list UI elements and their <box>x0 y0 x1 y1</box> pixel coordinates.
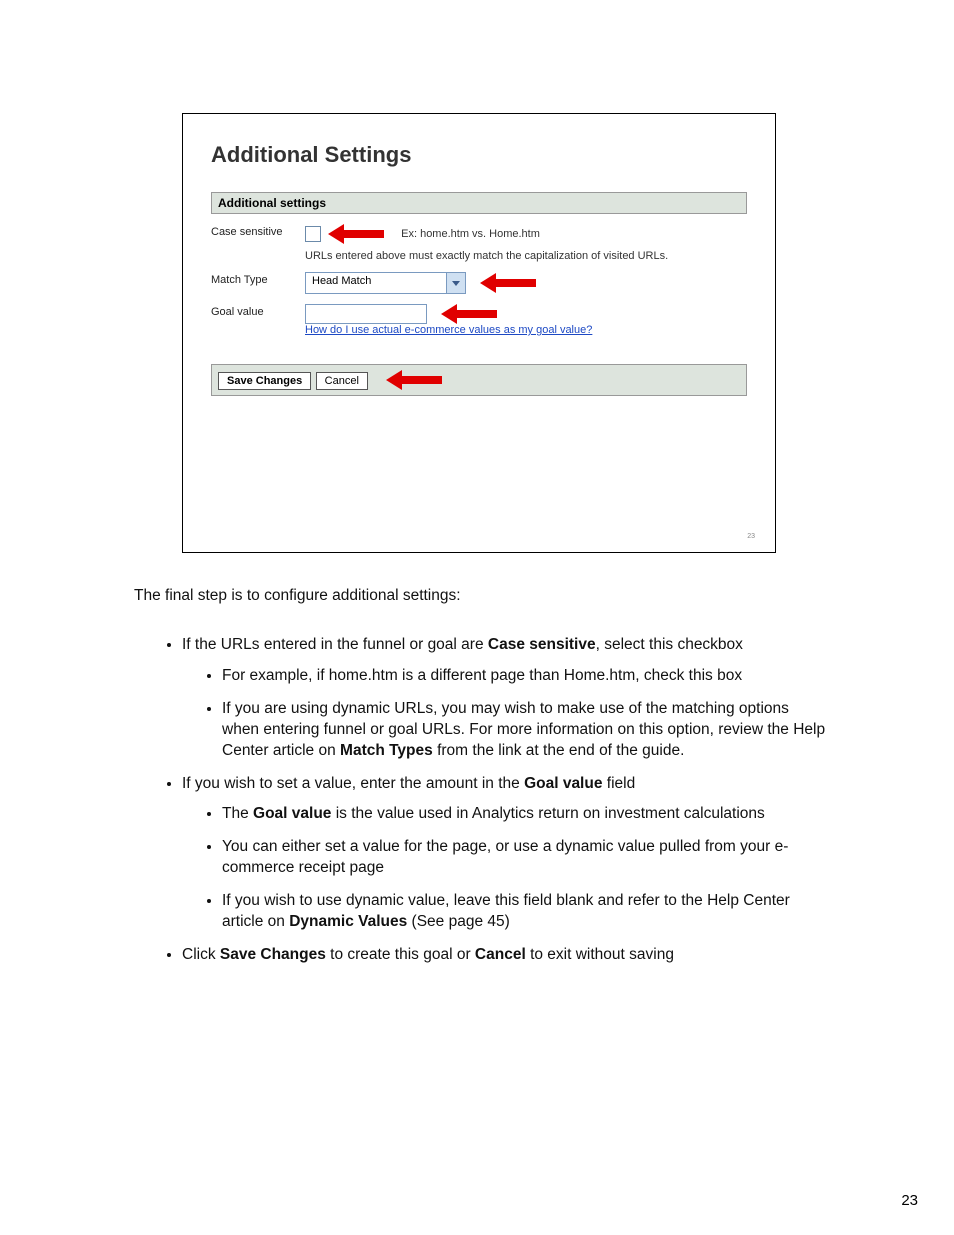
match-type-select[interactable]: Head Match <box>305 272 466 294</box>
cancel-button[interactable]: Cancel <box>316 372 368 390</box>
slide-title: Additional Settings <box>211 142 747 168</box>
intro-paragraph: The final step is to configure additiona… <box>134 586 830 607</box>
match-type-label: Match Type <box>211 272 305 286</box>
goal-value-label: Goal value <box>211 304 305 318</box>
list-item: Click Save Changes to create this goal o… <box>182 945 830 966</box>
settings-slide: Additional Settings Additional settings … <box>182 113 776 553</box>
case-sensitive-example: Ex: home.htm vs. Home.htm <box>401 228 540 240</box>
row-match-type: Match Type Head Match <box>211 272 747 294</box>
list-item: If the URLs entered in the funnel or goa… <box>182 635 830 762</box>
list-item: If you wish to set a value, enter the am… <box>182 774 830 934</box>
document-body: The final step is to configure additiona… <box>134 586 830 978</box>
save-button[interactable]: Save Changes <box>218 372 311 390</box>
goal-value-help-link[interactable]: How do I use actual e-commerce values as… <box>305 324 592 336</box>
page-number: 23 <box>901 1192 918 1209</box>
row-case-sensitive: Case sensitive Ex: home.htm vs. Home.htm… <box>211 224 747 262</box>
slide-page-number: 23 <box>747 533 755 540</box>
list-item: You can either set a value for the page,… <box>222 837 830 879</box>
chevron-down-icon[interactable] <box>446 273 465 293</box>
arrow-icon <box>328 224 384 244</box>
list-item: If you wish to use dynamic value, leave … <box>222 891 830 933</box>
case-sensitive-label: Case sensitive <box>211 224 305 238</box>
list-item: If you are using dynamic URLs, you may w… <box>222 699 830 762</box>
case-sensitive-checkbox[interactable] <box>305 226 321 242</box>
arrow-icon <box>480 273 536 293</box>
arrow-icon <box>441 304 497 324</box>
section-header: Additional settings <box>211 192 747 214</box>
list-item: The Goal value is the value used in Anal… <box>222 804 830 825</box>
bullet-list: If the URLs entered in the funnel or goa… <box>134 635 830 966</box>
case-sensitive-note: URLs entered above must exactly match th… <box>305 250 747 262</box>
arrow-icon <box>386 370 442 390</box>
match-type-value: Head Match <box>306 273 446 293</box>
list-item: For example, if home.htm is a different … <box>222 666 830 687</box>
row-goal-value: Goal value How do I use actual e-commerc… <box>211 304 747 336</box>
button-bar: Save Changes Cancel <box>211 364 747 396</box>
goal-value-input[interactable] <box>305 304 427 324</box>
